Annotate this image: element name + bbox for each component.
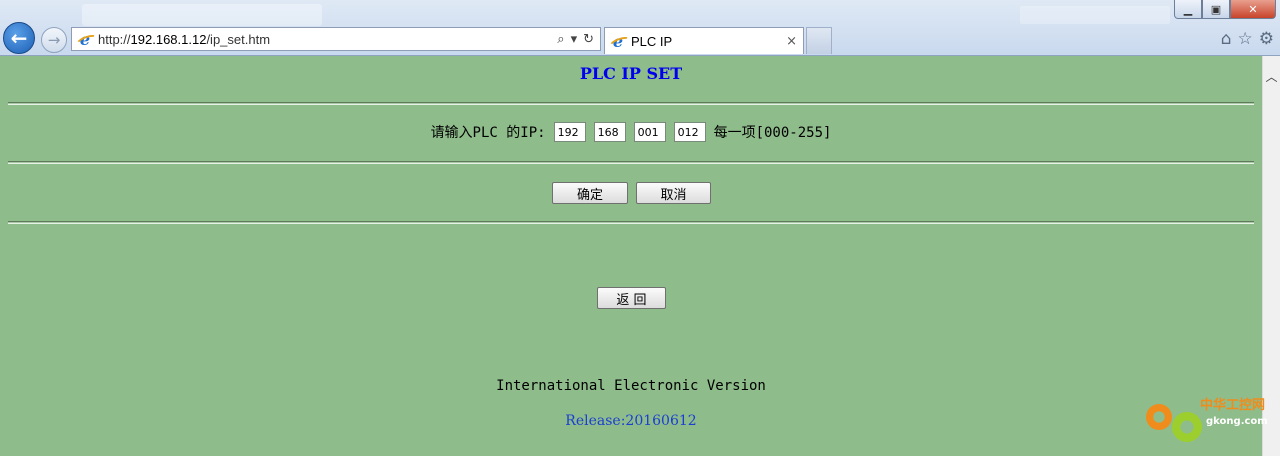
release-text: Release:20160612 [565, 413, 697, 429]
minimize-button[interactable]: ▁ [1174, 0, 1202, 19]
page-title: PLC IP SET [579, 64, 683, 83]
divider [8, 221, 1254, 224]
back-button[interactable]: ← [3, 22, 35, 54]
new-tab-button[interactable] [806, 27, 832, 54]
ie-tab-icon: e [609, 32, 627, 51]
divider [8, 102, 1254, 105]
ip-field-1[interactable]: 192 [553, 122, 586, 142]
home-icon[interactable]: ⌂ [1221, 29, 1232, 49]
scroll-up-arrow-icon[interactable]: ︿ [1263, 56, 1280, 96]
version-text: International Electronic Version [496, 378, 766, 394]
search-icon[interactable]: ⌕ [557, 32, 564, 47]
ip-field-4[interactable]: 012 [673, 122, 706, 142]
url-host: 192.168.1.12 [130, 31, 207, 47]
ip-input-row: 请输入PLC 的IP: 192 168 001 012 每一项[000-255] [0, 122, 1262, 142]
ip-field-2[interactable]: 168 [593, 122, 626, 142]
close-window-button[interactable]: ✕ [1230, 0, 1276, 19]
address-bar[interactable]: e http://192.168.1.12/ip_set.htm ⌕ ▾ ↻ [71, 27, 601, 51]
tab-plc-ip[interactable]: e PLC IP × [604, 27, 804, 54]
refresh-icon[interactable]: ↻ [583, 32, 594, 47]
orange-gear-icon [1146, 404, 1172, 430]
ip-field-3[interactable]: 001 [633, 122, 666, 142]
divider [8, 161, 1254, 164]
ip-label: 请输入PLC 的IP: [430, 125, 546, 141]
watermark-domain: gkong.com [1206, 416, 1268, 427]
green-gear-icon [1172, 412, 1202, 442]
ie-page-icon: e [76, 30, 94, 49]
arrow-right-icon: → [47, 31, 61, 49]
arrow-left-icon: ← [10, 26, 28, 50]
confirm-button[interactable]: 确定 [552, 182, 628, 204]
watermark-name: 中华工控网 [1200, 398, 1266, 413]
watermark-logo: 中华工控网 gkong.com [1142, 392, 1272, 448]
tab-close-icon[interactable]: × [786, 34, 797, 49]
browser-toolbar-right: ⌂ ☆ ⚙ [1221, 29, 1274, 49]
browser-chrome: ▁ ▣ ✕ ← → e http://192.168.1.12/ip_set.h… [0, 0, 1280, 56]
background-tab[interactable] [82, 4, 322, 26]
url-scheme: http:// [98, 31, 131, 47]
background-command-bar [1020, 6, 1170, 24]
cancel-button[interactable]: 取消 [636, 182, 711, 204]
url-text[interactable]: http://192.168.1.12/ip_set.htm [98, 32, 557, 47]
favorites-star-icon[interactable]: ☆ [1238, 29, 1253, 49]
settings-gear-icon[interactable]: ⚙ [1259, 29, 1274, 49]
ip-range-hint: 每一项[000-255] [713, 125, 832, 141]
dropdown-icon[interactable]: ▾ [571, 32, 578, 47]
address-tools: ⌕ ▾ ↻ [557, 32, 594, 47]
tab-title: PLC IP [631, 33, 673, 49]
page-content: PLC IP SET 请输入PLC 的IP: 192 168 001 012 每… [0, 56, 1262, 456]
url-path: /ip_set.htm [206, 31, 271, 47]
back-page-button[interactable]: 返 回 [597, 287, 666, 309]
forward-button[interactable]: → [41, 27, 67, 53]
window-controls: ▁ ▣ ✕ [1174, 0, 1276, 19]
restore-button[interactable]: ▣ [1202, 0, 1230, 19]
